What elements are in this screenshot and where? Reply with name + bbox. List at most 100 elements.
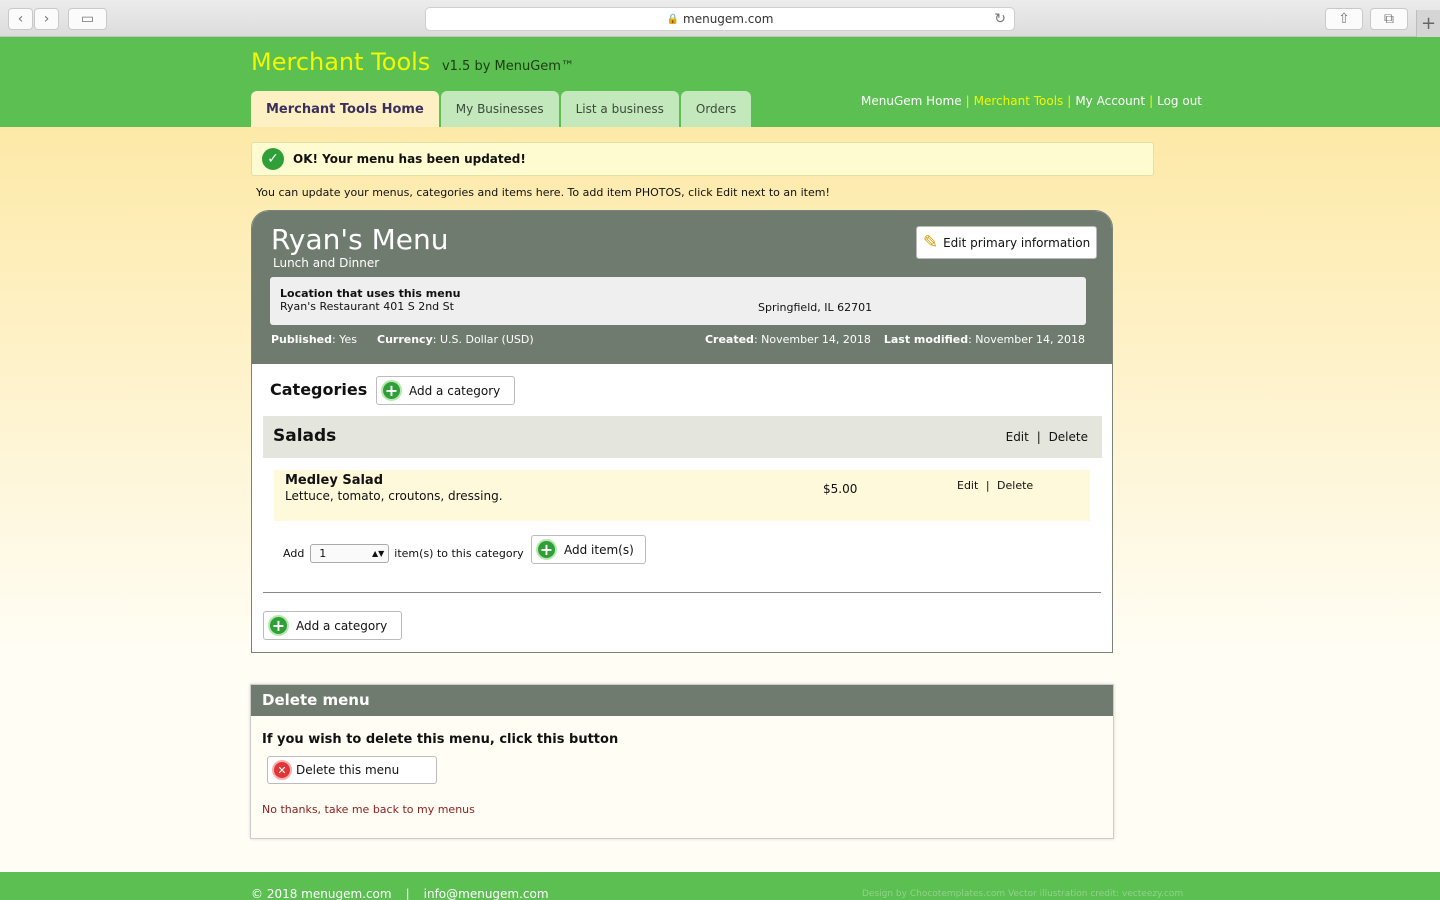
add-category-button-bottom[interactable]: + Add a category bbox=[263, 611, 402, 640]
main-content: ✓ OK! Your menu has been updated! You ca… bbox=[0, 127, 1440, 872]
item-name: Medley Salad bbox=[285, 473, 384, 488]
logo-text: Merchant Tools bbox=[251, 48, 431, 76]
new-tab-button[interactable]: + bbox=[1416, 10, 1440, 37]
tab-list-a-business[interactable]: List a business bbox=[560, 91, 679, 127]
main-tabs: Merchant Tools Home My Businesses List a… bbox=[251, 91, 753, 127]
plus-circle-icon: + bbox=[536, 539, 557, 560]
plus-icon: + bbox=[1420, 13, 1437, 34]
intro-text: You can update your menus, categories an… bbox=[256, 186, 830, 199]
category-name: Salads bbox=[273, 426, 337, 446]
delete-menu-heading: Delete menu bbox=[251, 685, 1113, 716]
currency-value: : U.S. Dollar (USD) bbox=[432, 333, 534, 346]
footer-email-link[interactable]: info@menugem.com bbox=[424, 887, 549, 900]
address-bar[interactable]: 🔒 menugem.com ↻ bbox=[425, 7, 1015, 31]
tab-orders[interactable]: Orders bbox=[680, 91, 752, 127]
add-prefix: Add bbox=[283, 547, 305, 560]
action-sep: | bbox=[985, 479, 990, 492]
nav-sep: | bbox=[1067, 94, 1072, 108]
location-label: Location that uses this menu bbox=[280, 287, 461, 300]
delete-question: If you wish to delete this menu, click t… bbox=[262, 732, 619, 747]
url-text: menugem.com bbox=[683, 12, 774, 26]
site-footer: © 2018 menugem.com | info@menugem.com Desi… bbox=[0, 872, 1440, 900]
add-items-row: Add 1 ▲▼ item(s) to this category bbox=[283, 544, 524, 563]
back-to-menus-link[interactable]: No thanks, take me back to my menus bbox=[262, 803, 475, 816]
tab-merchant-tools-home[interactable]: Merchant Tools Home bbox=[251, 91, 439, 127]
browser-chrome: ‹ › ▭ 🔒 menugem.com ↻ ⇧ ⧉ + bbox=[0, 0, 1440, 37]
published-value: : Yes bbox=[332, 333, 357, 346]
edit-primary-info-button[interactable]: ✎ Edit primary information bbox=[916, 226, 1097, 259]
plus-circle-icon: + bbox=[381, 380, 402, 401]
category-bar-salads: Salads Edit | Delete bbox=[263, 416, 1102, 458]
plus-circle-icon: + bbox=[268, 615, 289, 636]
nav-menugem-home[interactable]: MenuGem Home bbox=[861, 94, 962, 108]
success-text: OK! Your menu has been updated! bbox=[293, 152, 526, 166]
sidebar-icon: ▭ bbox=[80, 11, 95, 27]
nav-merchant-tools[interactable]: Merchant Tools bbox=[974, 94, 1064, 108]
site-header: Merchant Tools v1.5 by MenuGem™ Merchant… bbox=[0, 37, 1440, 127]
footer-credit: Design by Chocotemplates.com Vector illu… bbox=[862, 889, 1184, 899]
item-delete-link[interactable]: Delete bbox=[997, 479, 1033, 492]
nav-sep: | bbox=[965, 94, 970, 108]
menu-item-row: Medley Salad Lettuce, tomato, croutons, … bbox=[274, 470, 1090, 521]
tab-my-businesses[interactable]: My Businesses bbox=[440, 91, 559, 127]
location-address: Ryan's Restaurant 401 S 2nd St bbox=[280, 300, 454, 313]
category-delete-link[interactable]: Delete bbox=[1049, 430, 1088, 444]
footer-sep: | bbox=[405, 887, 410, 900]
tabs-icon: ⧉ bbox=[1384, 11, 1394, 27]
menu-title: Ryan's Menu bbox=[271, 223, 449, 256]
updown-icon: ▲▼ bbox=[371, 549, 385, 558]
add-items-button[interactable]: + Add item(s) bbox=[531, 535, 646, 564]
location-box: Location that uses this menu Ryan's Rest… bbox=[270, 277, 1086, 325]
created-value: : November 14, 2018 bbox=[753, 333, 871, 346]
checkmark-icon: ✓ bbox=[262, 148, 284, 170]
reload-icon[interactable]: ↻ bbox=[994, 11, 1006, 27]
category-actions: Edit | Delete bbox=[1006, 430, 1088, 444]
add-items-label: Add item(s) bbox=[564, 542, 634, 557]
delete-menu-label: Delete this menu bbox=[296, 763, 400, 777]
menu-header: Ryan's Menu Lunch and Dinner ✎ Edit prim… bbox=[252, 211, 1112, 364]
menu-meta-right: Created: November 14, 2018 Last modified… bbox=[705, 333, 1085, 346]
item-quantity-select[interactable]: 1 ▲▼ bbox=[310, 544, 390, 563]
delete-x-icon: ✕ bbox=[272, 760, 292, 780]
pencil-icon: ✎ bbox=[923, 232, 939, 253]
modified-label: Last modified bbox=[883, 333, 969, 346]
share-button[interactable]: ⇧ bbox=[1325, 8, 1363, 30]
modified-value: : November 14, 2018 bbox=[968, 333, 1085, 346]
back-button[interactable]: ‹ bbox=[8, 8, 33, 30]
action-sep: | bbox=[1036, 430, 1041, 444]
success-message: ✓ OK! Your menu has been updated! bbox=[251, 142, 1154, 176]
item-description: Lettuce, tomato, croutons, dressing. bbox=[285, 489, 503, 503]
nav-my-account[interactable]: My Account bbox=[1075, 94, 1145, 108]
categories-heading: Categories bbox=[270, 380, 368, 399]
chevron-right-icon: › bbox=[43, 11, 50, 27]
add-category-label: Add a category bbox=[409, 383, 501, 398]
category-edit-link[interactable]: Edit bbox=[1006, 430, 1029, 444]
currency-label: Currency bbox=[377, 333, 433, 346]
logo[interactable]: Merchant Tools v1.5 by MenuGem™ bbox=[251, 48, 574, 76]
chevron-left-icon: ‹ bbox=[17, 11, 24, 27]
add-category-button-top[interactable]: + Add a category bbox=[376, 376, 515, 405]
item-actions: Edit | Delete bbox=[957, 479, 1033, 492]
lock-icon: 🔒 bbox=[666, 13, 680, 25]
menu-subtitle: Lunch and Dinner bbox=[273, 256, 380, 270]
edit-primary-label: Edit primary information bbox=[943, 235, 1091, 250]
add-suffix: item(s) to this category bbox=[394, 547, 524, 560]
forward-button[interactable]: › bbox=[34, 8, 59, 30]
version-text: v1.5 by MenuGem™ bbox=[441, 59, 574, 74]
nav-sep: | bbox=[1149, 94, 1154, 108]
menu-card: Ryan's Menu Lunch and Dinner ✎ Edit prim… bbox=[251, 210, 1113, 653]
item-edit-link[interactable]: Edit bbox=[957, 479, 978, 492]
delete-menu-button[interactable]: ✕ Delete this menu bbox=[267, 756, 437, 784]
location-city: Springfield, IL 62701 bbox=[758, 301, 873, 314]
share-icon: ⇧ bbox=[1338, 11, 1350, 27]
nav-log-out[interactable]: Log out bbox=[1157, 94, 1202, 108]
top-nav: MenuGem Home | Merchant Tools | My Account | L… bbox=[861, 94, 1202, 108]
add-category-label: Add a category bbox=[296, 618, 388, 633]
item-price: $5.00 bbox=[823, 482, 858, 496]
item-quantity-value: 1 bbox=[319, 547, 327, 560]
tabs-button[interactable]: ⧉ bbox=[1370, 8, 1408, 30]
delete-menu-card: Delete menu If you wish to delete this m… bbox=[250, 684, 1114, 839]
created-label: Created bbox=[704, 333, 754, 346]
sidebar-toggle-button[interactable]: ▭ bbox=[68, 8, 107, 30]
published-label: Published bbox=[271, 333, 333, 346]
